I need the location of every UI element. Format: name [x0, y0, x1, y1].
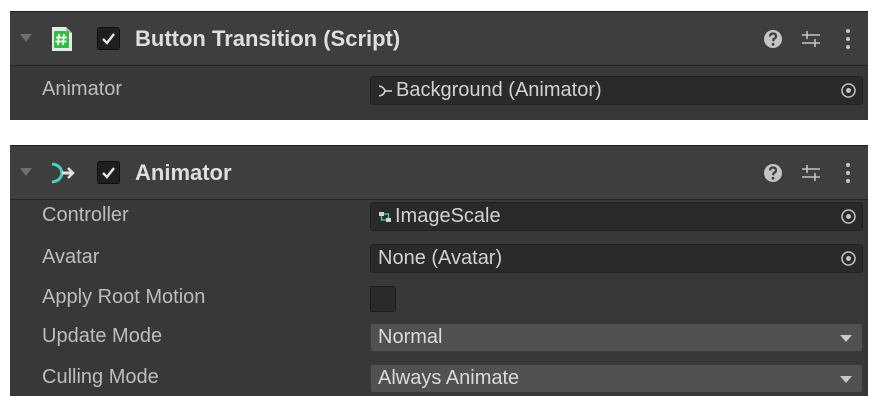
avatar-object-field[interactable]: None (Avatar): [370, 244, 863, 273]
object-field-value: ImageScale: [395, 205, 501, 227]
checkmark-icon: [102, 33, 115, 45]
dropdown-value: Normal: [378, 326, 443, 348]
property-label: Apply Root Motion: [42, 286, 206, 308]
component-enabled-checkbox[interactable]: [97, 161, 120, 184]
help-icon[interactable]: [762, 162, 784, 184]
dropdown-arrow-icon: [840, 376, 852, 383]
button-transition-component: Button Transition (Script) Animator Back…: [10, 11, 868, 120]
animator-component: Animator Controller ImageScale Avatar No…: [10, 145, 868, 396]
component-header[interactable]: Animator: [10, 145, 868, 200]
preset-icon[interactable]: [800, 162, 822, 184]
object-field-content: Background (Animator): [378, 77, 602, 104]
property-label: Animator: [42, 78, 123, 100]
animator-object-field[interactable]: Background (Animator): [370, 76, 863, 105]
dropdown-arrow-icon: [840, 335, 852, 342]
component-title: Button Transition (Script): [135, 26, 401, 51]
property-label: Controller: [42, 204, 129, 226]
apply-root-motion-checkbox[interactable]: [370, 286, 396, 312]
object-field-value: None (Avatar): [378, 247, 503, 269]
script-icon: [52, 27, 72, 51]
object-picker-icon[interactable]: [840, 82, 857, 99]
animator-controller-icon: [379, 211, 391, 222]
property-row-controller: Controller ImageScale: [10, 200, 868, 231]
property-row-update-mode: Update Mode Normal: [10, 321, 868, 352]
property-row-avatar: Avatar None (Avatar): [10, 242, 868, 273]
kebab-menu-icon[interactable]: [844, 27, 852, 51]
checkmark-icon: [102, 167, 115, 179]
foldout-arrow-icon[interactable]: [20, 168, 32, 176]
object-field-value: Background (Animator): [396, 79, 602, 101]
foldout-arrow-icon[interactable]: [20, 34, 32, 42]
animator-small-icon: [378, 84, 392, 97]
property-label: Avatar: [42, 246, 100, 268]
property-row-culling-mode: Culling Mode Always Animate: [10, 362, 868, 393]
object-picker-icon[interactable]: [840, 208, 857, 225]
component-enabled-checkbox[interactable]: [97, 27, 120, 50]
property-label: Update Mode: [42, 325, 163, 347]
controller-object-field[interactable]: ImageScale: [370, 202, 863, 231]
culling-mode-dropdown[interactable]: Always Animate: [370, 364, 863, 393]
component-header[interactable]: Button Transition (Script): [10, 11, 868, 66]
update-mode-dropdown[interactable]: Normal: [370, 323, 863, 352]
dropdown-value: Always Animate: [378, 367, 520, 389]
component-title: Animator: [135, 160, 232, 185]
help-icon[interactable]: [762, 28, 784, 50]
object-picker-icon[interactable]: [840, 250, 857, 267]
object-field-content: ImageScale: [378, 203, 501, 230]
property-label: Culling Mode: [42, 366, 159, 388]
property-row-animator: Animator Background (Animator): [10, 74, 868, 105]
kebab-menu-icon[interactable]: [844, 161, 852, 185]
property-row-apply-root-motion: Apply Root Motion: [10, 282, 868, 313]
animator-icon: [51, 162, 75, 184]
preset-icon[interactable]: [800, 28, 822, 50]
